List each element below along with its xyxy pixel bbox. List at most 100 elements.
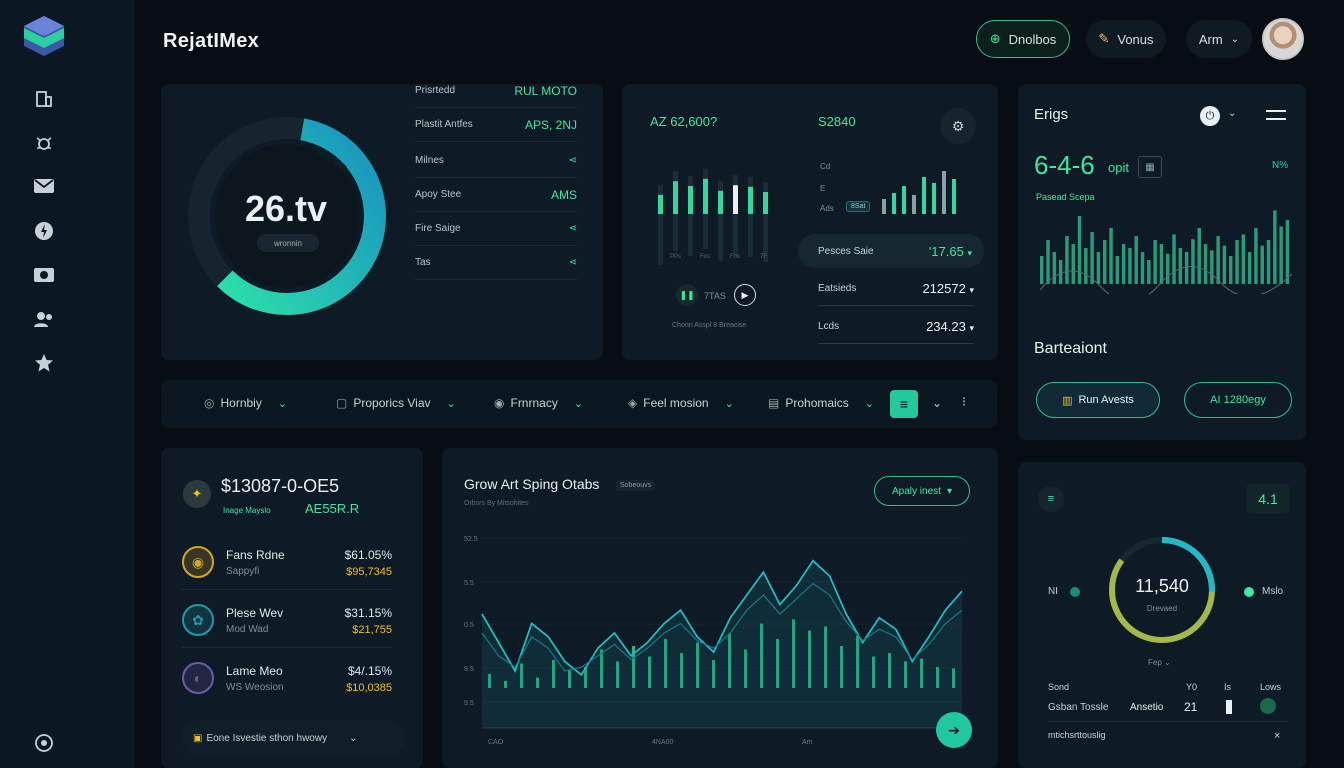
bar <box>1058 260 1063 284</box>
row-value: AMS <box>550 187 577 202</box>
row-label: Apoy Stee <box>415 189 462 200</box>
legend-dot <box>1070 587 1080 597</box>
list-item[interactable]: ✿ Plese Wev Mod Wad $31.15% $21,755 <box>182 604 392 648</box>
more-icon[interactable]: ⁝ <box>962 394 966 410</box>
wallet-price: $13087-0-OE5 <box>221 476 340 496</box>
chevron-down-icon[interactable]: ⌄ <box>932 396 942 410</box>
status-dot <box>1260 698 1276 714</box>
fab-button[interactable]: ➔ <box>936 712 972 748</box>
row-value: 234.23 ▾ <box>926 319 974 334</box>
mail-icon[interactable] <box>32 174 56 198</box>
x-tick-label: Am <box>802 739 813 746</box>
bars-card: AZ 62,600? S2840 ⚙ PPs Fos Fos 7F Cd E Ads … <box>622 84 998 360</box>
bar <box>1229 256 1233 284</box>
tag-icon: ◈ <box>628 396 638 410</box>
close-icon[interactable]: × <box>1274 730 1280 742</box>
settings-round-button[interactable]: ⚙ <box>940 108 976 144</box>
list-item[interactable]: ◐ Lame Meo WS Weosion $4/.15% $10,0385 <box>182 662 392 706</box>
chevron-down-icon: ⌄ <box>573 397 584 410</box>
dashboard-button[interactable]: ⊕ Dnolbos <box>976 20 1070 58</box>
chart-icon[interactable]: ▦ <box>1138 156 1162 178</box>
bar <box>1210 250 1214 284</box>
side-badge: 8Sat <box>846 201 871 212</box>
apply-dropdown[interactable]: Apaly inest ▾ <box>874 476 970 506</box>
bar <box>1254 228 1258 284</box>
run-assets-button[interactable]: ▥ Run Avests <box>1036 382 1160 418</box>
bar <box>1216 236 1220 284</box>
bar <box>1285 220 1290 284</box>
bar <box>1128 248 1132 284</box>
asset-sub: WS Weosion <box>226 682 284 693</box>
chevron-down-icon: ▾ <box>969 323 974 333</box>
bug-icon[interactable] <box>32 131 56 155</box>
main-chart-card: Grow Art Sping Otabs Sobeouvs Orbsrs By … <box>442 448 998 768</box>
row-value: 212572 ▾ <box>922 281 974 296</box>
price-row[interactable]: Pesces Saie '17.65 ▾ <box>798 234 984 268</box>
bar <box>1109 228 1113 284</box>
stats-big-unit: opit <box>1108 160 1129 175</box>
side-label: Cd <box>820 162 831 171</box>
price-row[interactable]: Eatsieds 212572 ▾ <box>818 272 974 306</box>
star-icon[interactable] <box>32 351 56 375</box>
gauge-stat-row[interactable]: Prisrtedd RUL MOTO <box>415 74 577 108</box>
table-row[interactable]: Gsban Tossle Ansetio 21 <box>1048 698 1288 722</box>
bar <box>1052 252 1057 284</box>
building-icon[interactable] <box>32 86 56 110</box>
gauge-stat-row[interactable]: Tas ⋖ <box>415 246 577 280</box>
wallet-footer-button[interactable]: ▣ Eone Isvestie sthon hwowy ⌄ <box>181 720 405 756</box>
app-title: RejatIMex <box>163 30 260 52</box>
share-icon: ⋖ <box>568 155 577 166</box>
account-dropdown[interactable]: Arm ⌄ <box>1186 20 1252 58</box>
filter-dropdown[interactable]: ▢ Proporics Viav ⌄ <box>336 396 456 410</box>
gauge-stat-row[interactable]: Fire Saige ⋖ <box>415 212 577 246</box>
gauge-stat-row[interactable]: Milnes ⋖ <box>415 144 577 178</box>
bar <box>1273 210 1277 284</box>
filter-dropdown[interactable]: ▤ Prohomaics ⌄ <box>768 396 874 410</box>
bar <box>1172 234 1176 284</box>
row-label: Milnes <box>415 155 444 166</box>
play-button[interactable]: ▶ <box>734 284 756 306</box>
donut-drop-label[interactable]: Fep ⌄ <box>1148 658 1171 667</box>
gauge-stat-row[interactable]: Apoy Stee AMS <box>415 178 577 212</box>
avatar[interactable] <box>1262 18 1304 60</box>
menu-icon[interactable] <box>1266 110 1286 120</box>
row-label: Tas <box>415 257 431 268</box>
secondary-action-button[interactable]: AI 1280egy <box>1184 382 1292 418</box>
row-label: Pesces Saie <box>818 245 874 257</box>
pause-button[interactable]: ❚❚ <box>676 284 698 306</box>
chevron-down-icon[interactable]: ⌄ <box>1228 108 1236 119</box>
stats-tag: N% <box>1272 160 1289 171</box>
bolt-icon[interactable] <box>32 219 56 243</box>
image-icon: ▢ <box>336 396 348 410</box>
sidebar <box>0 0 134 768</box>
bar <box>912 195 916 214</box>
price-row[interactable]: Lcds 234.23 ▾ <box>818 310 974 344</box>
filter-dropdown[interactable]: ◎ Hornbiy ⌄ <box>204 396 287 410</box>
x-tick-label: PPs <box>670 254 681 260</box>
bar <box>922 177 926 214</box>
menu-round-button[interactable]: ≡ <box>1038 486 1064 512</box>
people-icon[interactable] <box>32 307 56 331</box>
power-icon[interactable]: ⏻ <box>1200 106 1220 126</box>
bar <box>1096 252 1101 284</box>
app-logo[interactable] <box>22 14 66 58</box>
doc-icon: ▤ <box>768 396 780 410</box>
chevron-down-icon: ⌄ <box>446 397 456 410</box>
filter-dropdown[interactable]: ◉ Frnrnacy ⌄ <box>494 396 583 410</box>
gauge-stat-row[interactable]: Plastit Antfes APS, 2NJ <box>415 108 577 142</box>
list-item[interactable]: ◉ Fans Rdne Sappyfi $61.05% $95,7345 <box>182 546 392 590</box>
settings-icon[interactable] <box>32 731 56 755</box>
row-label: Eatsieds <box>818 283 857 294</box>
row-value: APS, 2NJ <box>524 117 577 132</box>
share-icon: ⋖ <box>568 223 577 234</box>
list-view-button[interactable]: ≡ <box>890 390 918 418</box>
bar <box>1140 252 1145 284</box>
stats-bar-chart <box>1040 210 1292 294</box>
camera-icon[interactable] <box>32 262 56 286</box>
gauge-sub-badge: wronnin <box>257 234 319 252</box>
filter-dropdown[interactable]: ◈ Feel mosion ⌄ <box>628 396 734 410</box>
gauge-card: PiuM.4o5 26.tv wronnin Prisrtedd RUL MOTO… <box>161 84 603 360</box>
bar <box>1090 232 1094 284</box>
vonus-button[interactable]: ✎ Vonus <box>1086 20 1166 58</box>
bar <box>1103 240 1107 284</box>
